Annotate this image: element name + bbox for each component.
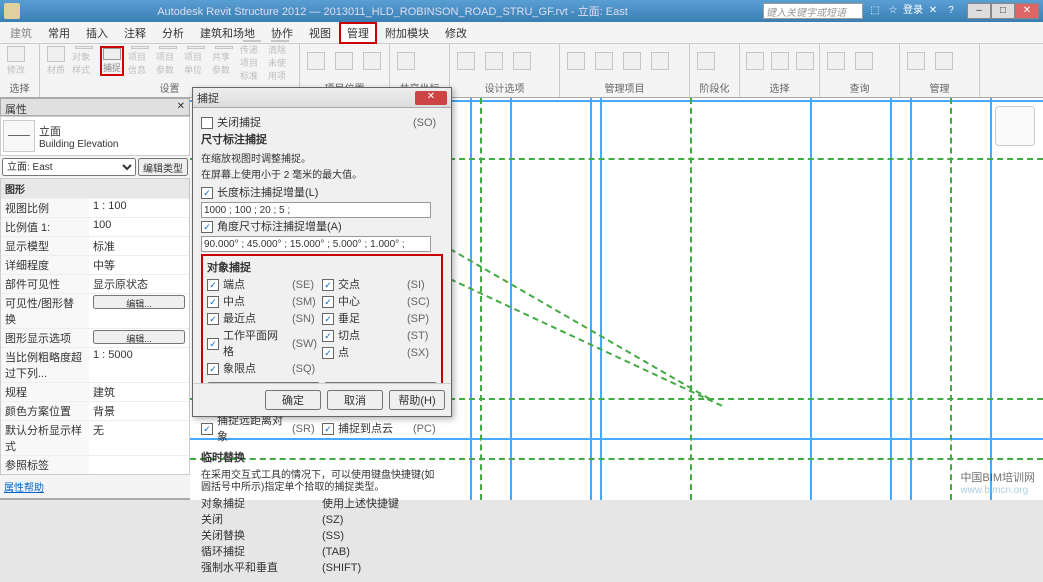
- snaps-off-checkbox[interactable]: [201, 117, 213, 129]
- help-button[interactable]: 帮助(H): [389, 390, 445, 410]
- title-bar: Autodesk Revit Structure 2012 — 2013011_…: [0, 0, 1043, 22]
- object-styles-icon[interactable]: 对象样式: [72, 46, 96, 76]
- manage-links-icon[interactable]: [564, 46, 588, 76]
- load-sel-icon[interactable]: [769, 46, 790, 76]
- properties-help-link[interactable]: 属性帮助: [0, 475, 190, 498]
- purge-icon[interactable]: 清除未使用项: [268, 46, 292, 76]
- help-search[interactable]: 键入关键字或短语: [763, 3, 863, 19]
- elevation-icon: [3, 120, 35, 152]
- shared-params-icon[interactable]: 共享参数: [212, 46, 236, 76]
- prop-group-graphics: 图形: [1, 179, 189, 198]
- tab-arch[interactable]: 建筑: [2, 22, 40, 44]
- minimize-button[interactable]: –: [967, 3, 991, 19]
- app-title: Autodesk Revit Structure 2012 — 2013011_…: [26, 3, 759, 19]
- project-units-icon[interactable]: 项目单位: [184, 46, 208, 76]
- group-inquiry: 查询: [824, 80, 895, 95]
- warnings-icon[interactable]: [852, 46, 876, 76]
- instance-dropdown[interactable]: 立面: East: [2, 158, 136, 176]
- tab-common[interactable]: 常用: [40, 22, 78, 44]
- main-model-icon[interactable]: [454, 46, 478, 76]
- snaps-icon[interactable]: 捕捉: [100, 46, 124, 76]
- length-check[interactable]: ✓: [201, 187, 213, 199]
- position-icon[interactable]: [360, 46, 384, 76]
- snaps-dialog: 捕捉 ✕ 关闭捕捉(SO) 尺寸标注捕捉 在缩放视图时调整捕捉。 在屏幕上使用小…: [192, 87, 452, 417]
- manage-images-icon[interactable]: [592, 46, 616, 76]
- tab-analyze[interactable]: 分析: [154, 22, 192, 44]
- angle-check[interactable]: ✓: [201, 221, 213, 233]
- tab-manage[interactable]: 管理: [339, 22, 377, 44]
- info-icon[interactable]: ?: [943, 3, 959, 19]
- watermark: 中国BIM培训网 www.bimcn.org: [960, 469, 1035, 496]
- dialog-close-button[interactable]: ✕: [415, 91, 447, 105]
- group-select: 选择: [4, 80, 35, 95]
- cancel-button[interactable]: 取消: [327, 390, 383, 410]
- location-icon[interactable]: [304, 46, 328, 76]
- app-icon: [4, 3, 20, 19]
- decal-types-icon[interactable]: [620, 46, 644, 76]
- dim-snap-heading: 尺寸标注捕捉: [201, 134, 267, 146]
- edit-type-button[interactable]: 编辑类型: [138, 158, 188, 176]
- macro-security-icon[interactable]: [932, 46, 956, 76]
- window-buttons: – □ ✕: [967, 3, 1039, 19]
- starting-view-icon[interactable]: [648, 46, 672, 76]
- save-sel-icon[interactable]: [744, 46, 765, 76]
- maximize-button[interactable]: □: [991, 3, 1015, 19]
- title-tool-icons: ⬚ ☆ 登录 ✕ ?: [867, 3, 959, 19]
- view-cube[interactable]: [995, 106, 1035, 146]
- length-increments-input[interactable]: 1000 ; 100 ; 20 ; 5 ;: [201, 202, 431, 218]
- graphic-display-edit-button[interactable]: 编辑...: [93, 330, 185, 344]
- transfer-icon[interactable]: 传递项目标准: [240, 46, 264, 76]
- left-panel: 属性✕ 立面Building Elevation 立面: East 编辑类型 图…: [0, 98, 190, 500]
- tab-insert[interactable]: 插入: [78, 22, 116, 44]
- phases-icon[interactable]: [694, 46, 718, 76]
- type-selector[interactable]: 立面Building Elevation: [0, 116, 190, 156]
- login-label[interactable]: 登录: [903, 3, 923, 19]
- project-info-icon[interactable]: 项目信息: [128, 46, 152, 76]
- add-to-set-icon[interactable]: [482, 46, 506, 76]
- modify-tool[interactable]: 修改: [4, 46, 28, 76]
- ribbon: 修改 选择 材质 对象样式 捕捉 项目信息 项目参数 项目单位 共享参数 传递项…: [0, 44, 1043, 98]
- tab-view[interactable]: 视图: [301, 22, 339, 44]
- macro-manager-icon[interactable]: [904, 46, 928, 76]
- design-options-icon[interactable]: [394, 46, 418, 76]
- ok-button[interactable]: 确定: [265, 390, 321, 410]
- pick-edit-icon[interactable]: [510, 46, 534, 76]
- dialog-title: 捕捉: [197, 90, 415, 106]
- group-selection: 选择: [744, 80, 815, 95]
- group-manage-project: 管理项目: [564, 80, 685, 95]
- dialog-titlebar[interactable]: 捕捉 ✕: [193, 88, 451, 108]
- tab-addins[interactable]: 附加模块: [377, 22, 437, 44]
- close-button[interactable]: ✕: [1015, 3, 1039, 19]
- coords-icon[interactable]: [332, 46, 356, 76]
- materials-icon[interactable]: 材质: [44, 46, 68, 76]
- ribbon-tabs: 建筑 常用 插入 注释 分析 建筑和场地 协作 视图 管理 附加模块 修改: [0, 22, 1043, 44]
- properties-close-icon[interactable]: ✕: [177, 101, 185, 113]
- visibility-edit-button[interactable]: 编辑...: [93, 295, 185, 309]
- group-macros: 管理: [904, 80, 975, 95]
- group-design-options: 设计选项: [454, 80, 555, 95]
- properties-grid: 图形 视图比例1 : 100 比例值 1:100 显示模型标准 详细程度中等 部…: [0, 178, 190, 475]
- project-params-icon[interactable]: 项目参数: [156, 46, 180, 76]
- tab-modify[interactable]: 修改: [437, 22, 475, 44]
- subscription-icon[interactable]: ⬚: [867, 3, 883, 19]
- help-icon[interactable]: ☆: [885, 3, 901, 19]
- select-by-id-icon[interactable]: [824, 46, 848, 76]
- exchange-icon[interactable]: ✕: [925, 3, 941, 19]
- tab-annotate[interactable]: 注释: [116, 22, 154, 44]
- edit-sel-icon[interactable]: [794, 46, 815, 76]
- properties-header: 属性✕: [0, 98, 190, 116]
- angle-increments-input[interactable]: 90.000° ; 45.000° ; 15.000° ; 5.000° ; 1…: [201, 236, 431, 252]
- group-phasing: 阶段化: [694, 80, 735, 95]
